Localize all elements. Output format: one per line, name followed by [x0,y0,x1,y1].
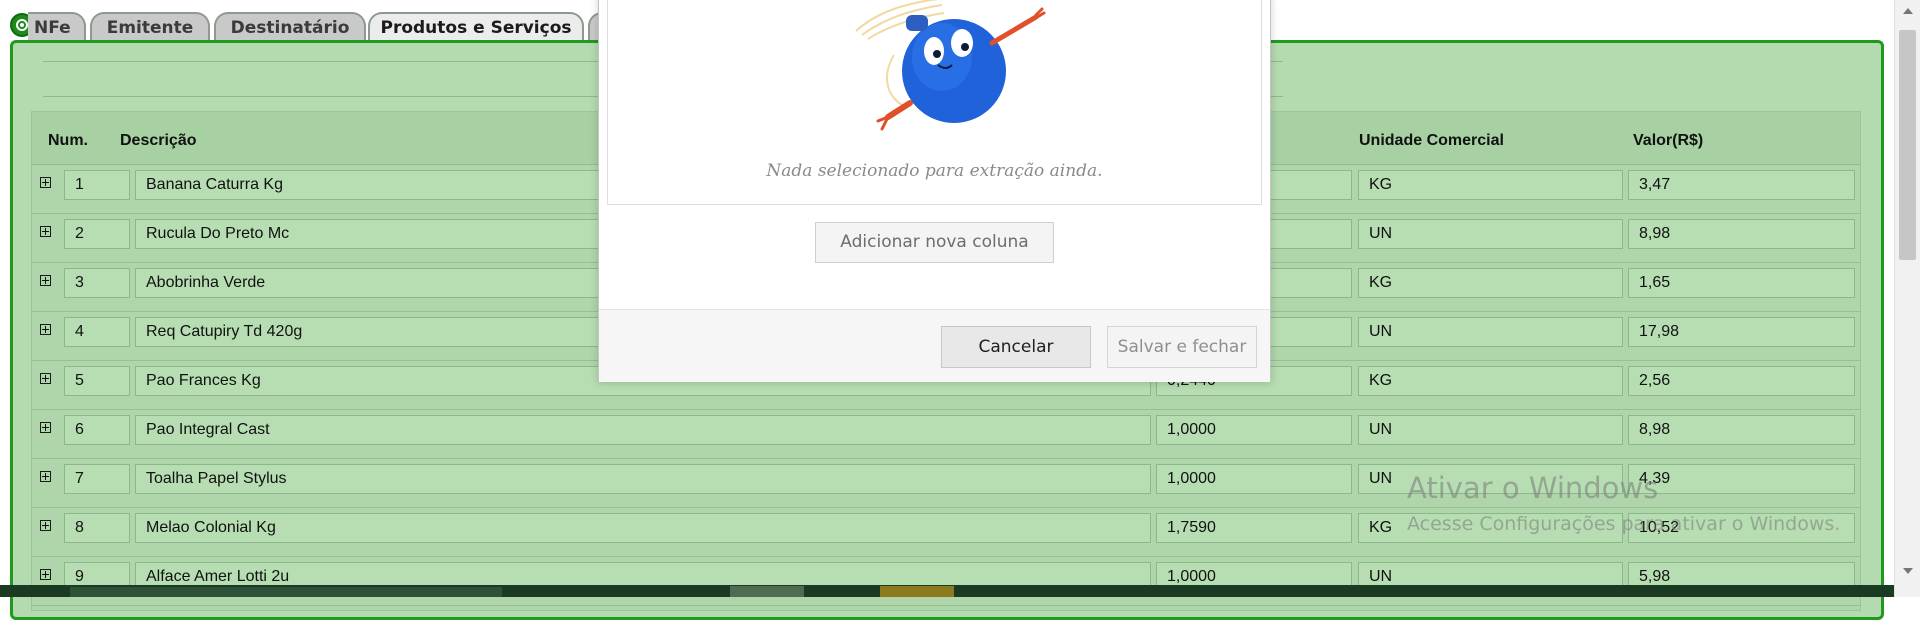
scroll-thumb[interactable] [1899,30,1916,260]
expand-plus-icon[interactable] [40,226,51,237]
windows-watermark-title: Ativar o Windows [1407,471,1659,505]
cell-num[interactable]: 6 [64,415,130,445]
taskbar-item[interactable] [730,586,804,597]
expand-plus-icon[interactable] [40,177,51,188]
table-row: 6 Pao Integral Cast 1,0000 UN 8,98 [32,409,1860,459]
cell-num[interactable]: 8 [64,513,130,543]
cell-unidade[interactable]: UN [1358,317,1623,347]
tab-destinatario[interactable]: Destinatário [214,12,366,42]
cancel-button[interactable]: Cancelar [941,326,1091,368]
cell-num[interactable]: 3 [64,268,130,298]
cell-num[interactable]: 1 [64,170,130,200]
table-row: 9 Alface Amer Lotti 2u 1,0000 UN 5,98 [32,556,1860,606]
taskbar-item[interactable] [70,587,502,597]
expand-plus-icon[interactable] [40,275,51,286]
cell-descricao[interactable]: Melao Colonial Kg [135,513,1151,543]
vertical-scrollbar[interactable] [1894,0,1920,597]
cell-num[interactable]: 4 [64,317,130,347]
expand-plus-icon[interactable] [40,422,51,433]
cell-descricao[interactable]: Pao Integral Cast [135,415,1151,445]
windows-watermark-subtitle: Acesse Configurações para ativar o Windo… [1407,513,1841,535]
tab-nfe[interactable]: NFe [28,12,86,42]
empty-state-message: Nada selecionado para extração ainda. [766,161,1103,181]
expand-plus-icon[interactable] [40,471,51,482]
extraction-preview: Nada selecionado para extração ainda. [607,0,1262,205]
header-descricao: Descrição [120,132,197,149]
header-unidade: Unidade Comercial [1359,132,1504,149]
expand-plus-icon[interactable] [40,373,51,384]
cell-quantidade[interactable]: 1,7590 [1156,513,1352,543]
dialog-footer: Cancelar Salvar e fechar [599,309,1270,382]
cell-quantidade[interactable]: 1,0000 [1156,464,1352,494]
cell-num[interactable]: 5 [64,366,130,396]
cell-unidade[interactable]: UN [1358,219,1623,249]
tab-bar: NFe Emitente Destinatário Produtos e Ser… [0,0,650,44]
cell-valor[interactable]: 8,98 [1628,219,1855,249]
taskbar-item[interactable] [880,586,954,597]
header-valor: Valor(R$) [1633,132,1704,149]
cell-valor[interactable]: 17,98 [1628,317,1855,347]
expand-plus-icon[interactable] [40,520,51,531]
tab-produtos-servicos[interactable]: Produtos e Serviços [368,12,584,42]
cell-num[interactable]: 2 [64,219,130,249]
cell-unidade[interactable]: KG [1358,366,1623,396]
cell-valor[interactable]: 2,56 [1628,366,1855,396]
cell-descricao[interactable]: Toalha Papel Stylus [135,464,1151,494]
mascot-illustration [855,0,1046,131]
scroll-down-icon[interactable] [1903,568,1913,574]
cell-valor[interactable]: 4,39 [1628,464,1855,494]
cell-valor[interactable]: 8,98 [1628,415,1855,445]
expand-plus-icon[interactable] [40,324,51,335]
tab-emitente[interactable]: Emitente [90,12,210,42]
add-column-button[interactable]: Adicionar nova coluna [815,222,1054,263]
scroll-up-icon[interactable] [1903,8,1913,14]
cell-valor[interactable]: 1,65 [1628,268,1855,298]
extraction-dialog: Nada selecionado para extração ainda. Ad… [598,0,1271,382]
cell-unidade[interactable]: KG [1358,268,1623,298]
cell-unidade[interactable]: KG [1358,170,1623,200]
cell-valor[interactable]: 3,47 [1628,170,1855,200]
cell-unidade[interactable]: UN [1358,415,1623,445]
cell-quantidade[interactable]: 1,0000 [1156,415,1352,445]
expand-plus-icon[interactable] [40,569,51,580]
save-close-button[interactable]: Salvar e fechar [1107,326,1257,368]
header-num: Num. [48,132,88,149]
cell-num[interactable]: 7 [64,464,130,494]
